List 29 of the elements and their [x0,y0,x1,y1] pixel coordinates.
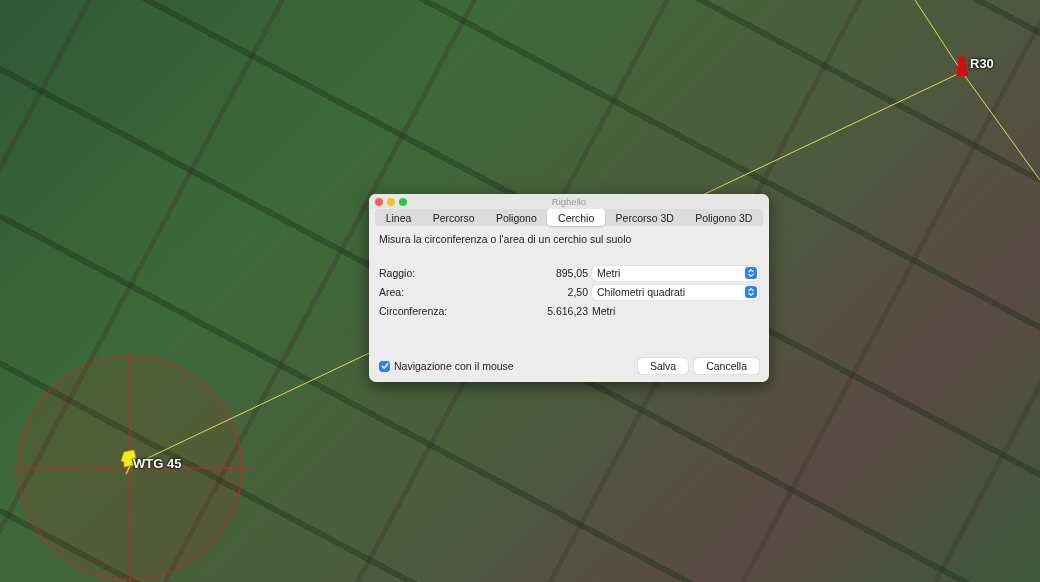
stepper-arrows-icon [745,267,757,279]
tab[interactable]: Percorso 3D [604,209,685,226]
window-title: Righello [550,196,588,207]
placemark-label: WTG 45 [133,456,182,471]
dialog-button[interactable]: Salva [637,358,689,374]
tab[interactable]: Linea [375,209,422,226]
field-label: Area: [379,286,406,298]
person-marker-icon[interactable] [956,56,968,76]
tab[interactable]: Percorso [422,209,486,226]
dialog-button[interactable]: Cancella [694,358,759,374]
unit-text: Metri [592,305,617,317]
tab[interactable]: Poligono [485,209,548,226]
zoom-button[interactable] [399,197,407,206]
tab[interactable]: Poligono 3D [684,209,764,226]
checkmark-icon [380,362,389,370]
tab[interactable]: Cerchio [547,209,605,226]
minimize-button[interactable] [387,197,395,206]
description-text: Misura la circonferenza o l'area di un cerchio sul suolo [378,232,633,245]
unit-select[interactable]: Chilometri quadrati [592,284,759,300]
checkbox[interactable] [379,360,390,372]
field-value: 5.616,23 [546,305,588,317]
placemark-label: R30 [970,56,994,71]
field-value: 2,50 [566,286,588,298]
field-value: 895,05 [554,267,588,279]
field-label: Raggio: [379,267,417,279]
unit-select[interactable]: Metri [592,265,759,281]
close-button[interactable] [375,197,383,206]
stepper-arrows-icon [745,286,757,298]
field-label: Circonferenza: [379,305,449,317]
